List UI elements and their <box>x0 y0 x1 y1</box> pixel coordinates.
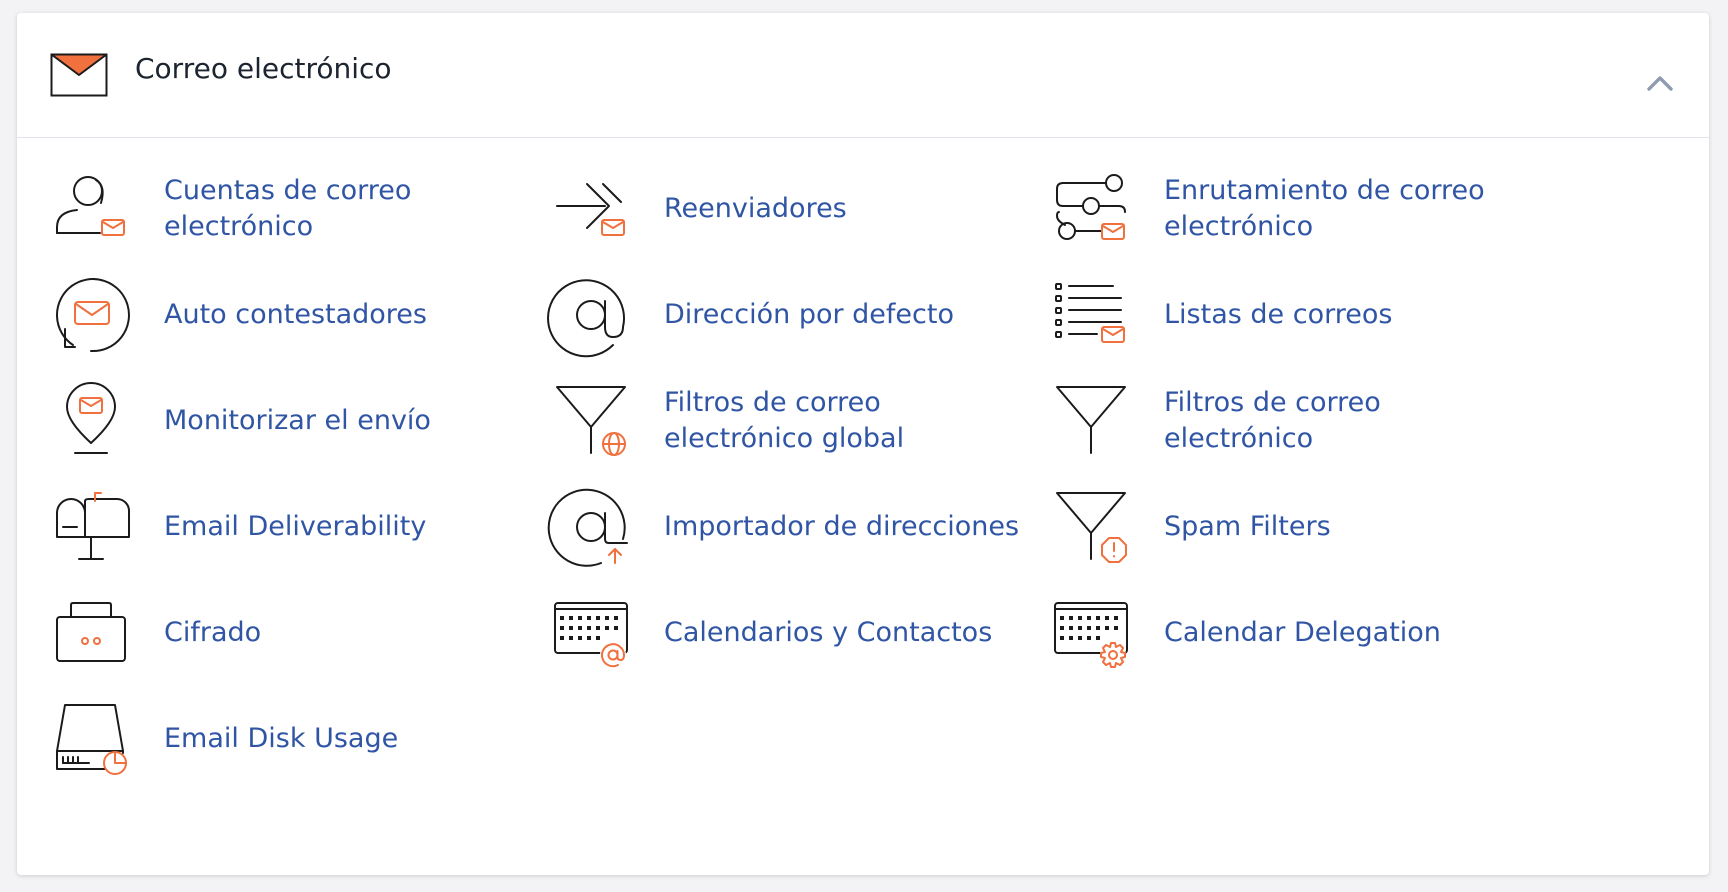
item-label: Spam Filters <box>1164 511 1331 542</box>
section-title: Correo electrónico <box>135 52 392 85</box>
item-label: Email Disk Usage <box>164 723 399 754</box>
item-address-importer[interactable]: Importador de direcciones <box>517 477 1019 577</box>
item-label: Calendar Delegation <box>1164 617 1441 648</box>
autoresponders-icon <box>55 278 130 353</box>
item-email-filters[interactable]: Filtros de correo electrónico <box>1017 371 1517 471</box>
item-label: Auto contestadores <box>164 299 427 330</box>
address-importer-icon <box>547 488 628 567</box>
email-section-panel: Correo electrónico Cuentas de correo ele… <box>17 13 1709 875</box>
item-label: Calendarios y Contactos <box>664 617 993 648</box>
item-spam-filters[interactable]: Spam Filters <box>1017 477 1517 577</box>
email-deliverability-icon <box>56 492 130 560</box>
item-label: Cuentas de correo electrónico <box>164 175 412 242</box>
item-track-delivery[interactable]: Monitorizar el envío <box>17 371 517 471</box>
item-label: Monitorizar el envío <box>164 405 431 436</box>
calendars-contacts-icon <box>554 602 628 668</box>
item-label: Importador de direcciones <box>664 511 1020 542</box>
calendar-delegation-icon <box>1054 602 1128 668</box>
item-email-routing[interactable]: Enrutamiento de correo electrónico <box>1017 159 1517 259</box>
item-label: Filtros de correo electrónico <box>1164 387 1381 454</box>
email-section-header[interactable]: Correo electrónico <box>17 13 1709 138</box>
item-default-address[interactable]: Dirección por defecto <box>517 265 1017 365</box>
item-label: Dirección por defecto <box>664 299 954 330</box>
item-label: Cifrado <box>164 617 262 648</box>
item-forwarders[interactable]: Reenviadores <box>517 159 1017 259</box>
item-encryption[interactable]: Cifrado <box>17 583 517 683</box>
email-routing-icon <box>1056 174 1126 240</box>
email-disk-usage-icon <box>56 704 127 775</box>
item-email-disk-usage[interactable]: Email Disk Usage <box>17 689 517 789</box>
item-label: Enrutamiento de correo electrónico <box>1164 175 1485 242</box>
item-calendars-contacts[interactable]: Calendarios y Contactos <box>517 583 1017 683</box>
default-address-icon <box>547 279 626 358</box>
email-filters-icon <box>1056 386 1126 454</box>
item-autoresponders[interactable]: Auto contestadores <box>17 265 517 365</box>
email-tools-grid: Cuentas de correo electrónico Reenviador… <box>17 137 1709 867</box>
chevron-up-icon[interactable] <box>1645 71 1675 95</box>
item-label: Listas de correos <box>1164 299 1393 330</box>
item-label: Reenviadores <box>664 193 847 224</box>
item-label: Email Deliverability <box>164 511 427 542</box>
spam-filters-icon <box>1056 492 1127 563</box>
email-accounts-icon <box>56 176 125 236</box>
encryption-icon <box>56 602 126 662</box>
mailing-lists-icon <box>1055 283 1125 343</box>
global-email-filters-icon <box>556 386 626 456</box>
forwarders-icon <box>556 183 625 236</box>
track-delivery-icon <box>66 382 116 454</box>
item-calendar-delegation[interactable]: Calendar Delegation <box>1017 583 1517 683</box>
item-mailing-lists[interactable]: Listas de correos <box>1017 265 1517 365</box>
item-email-accounts[interactable]: Cuentas de correo electrónico <box>17 159 517 259</box>
item-global-email-filters[interactable]: Filtros de correo electrónico global <box>517 371 1017 471</box>
envelope-icon <box>50 53 108 97</box>
item-label: Filtros de correo electrónico global <box>664 387 905 454</box>
item-email-deliverability[interactable]: Email Deliverability <box>17 477 517 577</box>
